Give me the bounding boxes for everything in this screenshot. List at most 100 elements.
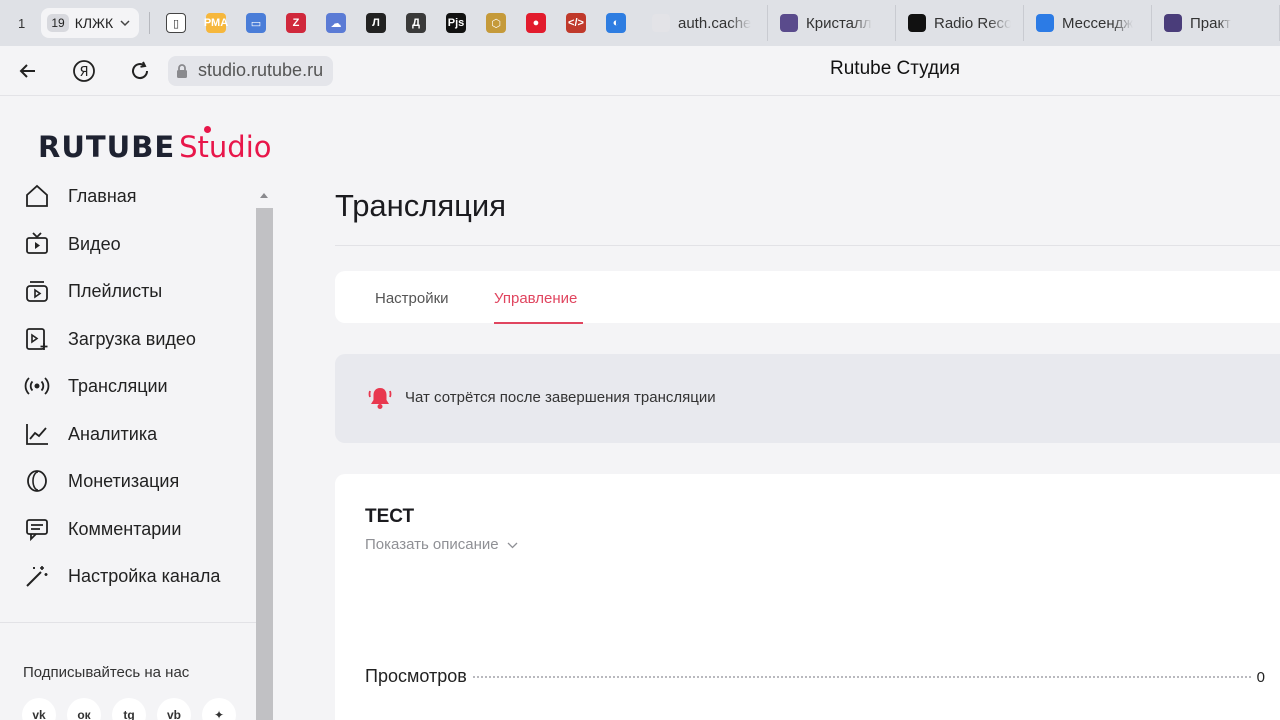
pinned-tab[interactable]: РМА — [200, 8, 232, 38]
logo-brand: RUTUBE — [38, 130, 176, 164]
sidebar-item-channel-settings[interactable]: Настройка канала — [24, 561, 220, 591]
studio-page: RUTUBE Studio Главная Видео Плейлисты Загру… — [0, 96, 1280, 720]
logo-product: Studio — [179, 130, 272, 164]
social-links: vk ок tg vb ✦ — [22, 698, 236, 720]
sidebar-item-analytics[interactable]: Аналитика — [24, 419, 157, 449]
analytics-icon — [24, 421, 50, 447]
pinned-tab[interactable]: Pjs — [440, 8, 472, 38]
back-arrow-icon — [19, 63, 35, 78]
page-title-display: Rutube Студия — [830, 58, 961, 79]
sidebar-item-comments[interactable]: Комментарии — [24, 514, 181, 544]
sidebar-item-label: Видео — [68, 233, 121, 254]
sidebar-item-label: Трансляции — [68, 375, 168, 396]
browser-tab[interactable]: auth.cache — [640, 5, 768, 41]
pinned-tab[interactable]: Д — [400, 8, 432, 38]
url-field[interactable]: studio.rutube.ru — [168, 55, 334, 86]
tab-favicon-icon — [1164, 14, 1182, 32]
color-icon: ◐ — [606, 13, 626, 33]
upload-video-icon — [24, 326, 50, 352]
pinned-tab[interactable]: ⬡ — [480, 8, 512, 38]
stat-value: 0 — [1256, 669, 1265, 686]
tab-label: Мессендж — [1062, 14, 1134, 32]
sidebar-item-playlist[interactable]: Плейлисты — [24, 276, 162, 306]
scroll-up-arrow-icon[interactable] — [260, 193, 268, 198]
workspace-badge[interactable]: 1 — [6, 8, 37, 38]
tab-favicon-icon — [652, 14, 670, 32]
sidebar-item-label: Главная — [68, 185, 137, 206]
monetization-icon — [24, 468, 50, 494]
pinned-tab[interactable]: ☁ — [320, 8, 352, 38]
browser-tab-bar: 1 19 КЛЖК ▯ РМА ▭ Z ☁ Л Д Pjs ⬡ ● </> ◐ auth.cache К… — [0, 0, 1280, 46]
browser-tab[interactable]: Практ — [1152, 5, 1280, 41]
playlist-icon — [24, 278, 50, 304]
yandex-button[interactable]: Я — [56, 46, 112, 96]
telegram-icon[interactable]: tg — [112, 698, 146, 720]
tab-group-label: КЛЖК — [74, 15, 114, 31]
logo-dot — [204, 126, 211, 133]
home-icon — [24, 183, 50, 209]
cloud-icon: ☁ — [326, 13, 346, 33]
comments-icon — [24, 516, 50, 542]
sidebar-item-monetization[interactable]: Монетизация — [24, 466, 179, 496]
browser-tab[interactable]: Мессендж — [1024, 5, 1152, 41]
show-description-label: Показать описание — [365, 536, 499, 553]
pinned-tab[interactable]: Z — [280, 8, 312, 38]
browser-tab[interactable]: Кристалл — [768, 5, 896, 41]
lock-icon — [177, 63, 187, 78]
sidebar-item-broadcast[interactable]: Трансляции — [24, 371, 168, 401]
viber-icon[interactable]: vb — [157, 698, 191, 720]
stat-row-views: Просмотров 0 — [365, 666, 1265, 687]
pinned-tab[interactable]: </> — [560, 8, 592, 38]
chevron-down-icon — [120, 20, 130, 27]
tab-group[interactable]: 19 КЛЖК — [41, 8, 140, 38]
sidebar-item-label: Комментарии — [68, 518, 182, 539]
yandex-icon: Я — [73, 59, 95, 82]
address-bar: Я studio.rutube.ru — [0, 46, 1280, 96]
pinned-tab[interactable]: ▭ — [240, 8, 272, 38]
tab-management[interactable]: Управление — [494, 290, 577, 307]
sidebar-scroll-thumb[interactable] — [256, 208, 273, 720]
sidebar-item-label: Загрузка видео — [68, 328, 196, 349]
pinned-tab[interactable]: ▯ — [160, 8, 192, 38]
d-icon: Д — [406, 13, 426, 33]
sidebar-item-video[interactable]: Видео — [24, 229, 121, 259]
pinned-tab[interactable]: ◐ — [600, 8, 632, 38]
channel-settings-icon — [24, 563, 50, 589]
zen-icon: Z — [286, 13, 306, 33]
ok-icon[interactable]: ок — [67, 698, 101, 720]
follow-label: Подписывайтесь на нас — [23, 664, 190, 681]
rma-icon: РМА — [204, 13, 228, 33]
sidebar-item-label: Аналитика — [68, 423, 158, 444]
svg-text:Я: Я — [79, 65, 88, 80]
notice-text: Чат сотрётся после завершения трансляции — [405, 389, 716, 406]
pinned-tab[interactable]: Л — [360, 8, 392, 38]
stream-title: ТЕСТ — [365, 506, 415, 527]
zen-social-icon[interactable]: ✦ — [202, 698, 236, 720]
sidebar-divider — [0, 622, 256, 623]
sidebar-item-label: Плейлисты — [68, 280, 163, 301]
bell-icon — [368, 388, 392, 409]
chevron-down-icon — [507, 542, 518, 548]
tab-favicon-icon — [780, 14, 798, 32]
tab-settings[interactable]: Настройки — [375, 290, 449, 307]
vk-icon[interactable]: vk — [22, 698, 56, 720]
browser-tab[interactable]: Radio Reco — [896, 5, 1024, 41]
url-text: studio.rutube.ru — [198, 60, 324, 80]
rutube-studio-logo[interactable]: RUTUBE Studio — [38, 124, 272, 164]
chat-notice: Чат сотрётся после завершения трансляции — [335, 354, 1280, 443]
pinned-tab[interactable]: ● — [520, 8, 552, 38]
open-tabs: auth.cache Кристалл Radio Reco Мессендж Прак… — [640, 5, 1280, 41]
show-description-toggle[interactable]: Показать описание — [365, 536, 518, 553]
sidebar-item-home[interactable]: Главная — [24, 181, 137, 211]
reload-button[interactable] — [112, 46, 168, 96]
sidebar: Главная Видео Плейлисты Загрузка видео Транс… — [0, 178, 256, 720]
active-tab-underline — [494, 322, 583, 324]
hex-icon: ⬡ — [486, 13, 506, 33]
stat-leader-dots — [472, 676, 1251, 678]
broadcast-icon — [24, 373, 50, 399]
sidebar-item-upload-video[interactable]: Загрузка видео — [24, 324, 196, 354]
tabs-card: Настройки Управление — [335, 271, 1280, 324]
reload-icon — [132, 61, 149, 79]
back-button[interactable] — [0, 46, 56, 96]
tab-label: Radio Reco — [934, 14, 1011, 32]
